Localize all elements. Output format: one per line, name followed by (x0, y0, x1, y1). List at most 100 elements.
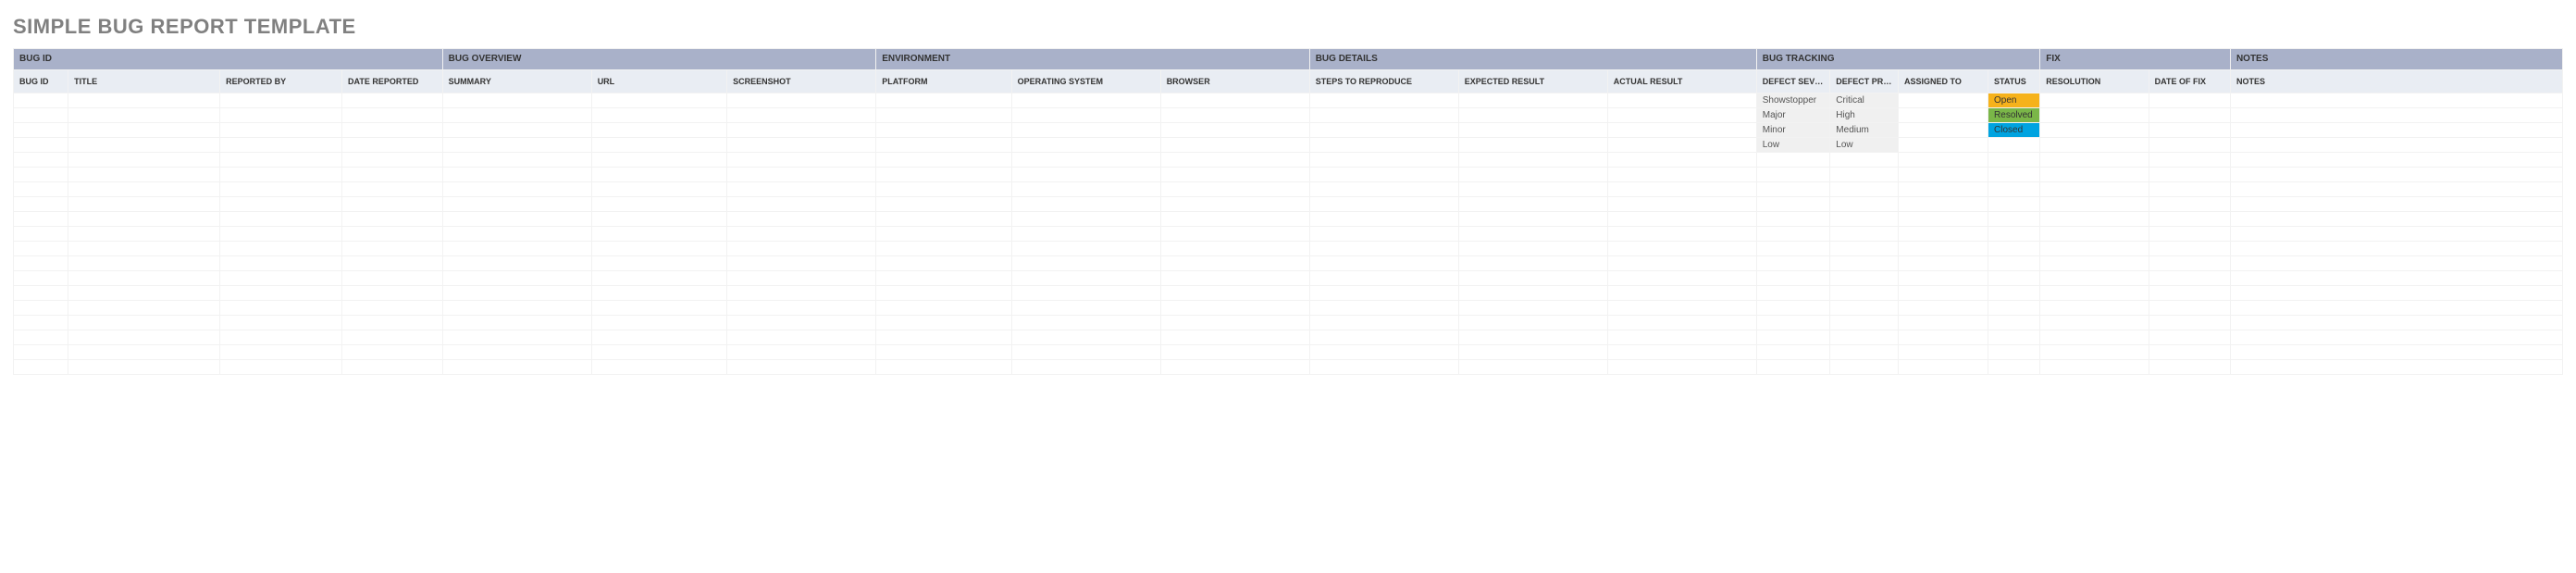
table-cell[interactable] (876, 360, 1010, 374)
table-cell[interactable] (1988, 286, 2039, 300)
table-cell[interactable] (727, 138, 875, 152)
table-cell[interactable] (1988, 227, 2039, 241)
table-cell[interactable] (68, 330, 219, 344)
table-cell[interactable] (342, 286, 442, 300)
table-cell[interactable] (2231, 242, 2562, 255)
table-cell[interactable] (592, 197, 726, 211)
table-cell[interactable] (1988, 345, 2039, 359)
table-cell[interactable]: Medium (1830, 123, 1898, 137)
table-cell[interactable] (1988, 242, 2039, 255)
table-cell[interactable] (1459, 227, 1607, 241)
table-cell[interactable] (727, 330, 875, 344)
table-cell[interactable] (592, 212, 726, 226)
table-cell[interactable] (2040, 271, 2148, 285)
table-cell[interactable] (2040, 286, 2148, 300)
table-cell[interactable] (1459, 360, 1607, 374)
table-cell[interactable] (1459, 182, 1607, 196)
table-cell[interactable] (727, 316, 875, 330)
table-cell[interactable] (876, 286, 1010, 300)
table-cell[interactable] (1899, 153, 1988, 167)
table-cell[interactable] (1608, 286, 1756, 300)
table-cell[interactable] (1988, 138, 2039, 152)
table-cell[interactable] (1012, 360, 1160, 374)
table-cell[interactable] (727, 168, 875, 181)
table-cell[interactable] (342, 256, 442, 270)
table-cell[interactable] (1899, 330, 1988, 344)
table-cell[interactable] (1830, 197, 1898, 211)
table-cell[interactable] (1161, 108, 1309, 122)
table-cell[interactable] (1161, 227, 1309, 241)
table-cell[interactable] (876, 330, 1010, 344)
table-cell[interactable] (68, 271, 219, 285)
table-cell[interactable] (68, 138, 219, 152)
table-cell[interactable] (14, 93, 68, 107)
table-cell[interactable] (1310, 153, 1458, 167)
table-cell[interactable] (1310, 345, 1458, 359)
table-cell[interactable] (68, 93, 219, 107)
table-cell[interactable] (876, 93, 1010, 107)
table-cell[interactable] (68, 301, 219, 315)
table-cell[interactable] (1310, 138, 1458, 152)
table-cell[interactable] (1830, 153, 1898, 167)
table-cell[interactable] (14, 286, 68, 300)
table-cell[interactable] (1459, 93, 1607, 107)
table-cell[interactable] (1012, 212, 1160, 226)
table-cell[interactable] (592, 93, 726, 107)
table-cell[interactable] (1012, 108, 1160, 122)
table-cell[interactable] (592, 242, 726, 255)
table-cell[interactable] (14, 301, 68, 315)
table-cell[interactable] (14, 242, 68, 255)
table-cell[interactable]: Critical (1830, 93, 1898, 107)
table-cell[interactable] (1988, 182, 2039, 196)
table-cell[interactable] (1608, 301, 1756, 315)
table-cell[interactable] (342, 123, 442, 137)
table-cell[interactable] (68, 286, 219, 300)
table-cell[interactable] (443, 227, 591, 241)
table-cell[interactable] (68, 182, 219, 196)
table-cell[interactable] (1161, 316, 1309, 330)
table-cell[interactable] (342, 153, 442, 167)
table-cell[interactable] (727, 256, 875, 270)
table-cell[interactable] (1757, 301, 1830, 315)
table-cell[interactable] (1608, 242, 1756, 255)
table-cell[interactable] (1899, 316, 1988, 330)
table-cell[interactable] (1757, 153, 1830, 167)
table-cell[interactable] (592, 256, 726, 270)
table-cell[interactable]: Closed (1988, 123, 2039, 137)
table-cell[interactable] (727, 123, 875, 137)
table-cell[interactable] (1608, 182, 1756, 196)
table-cell[interactable] (342, 197, 442, 211)
table-cell[interactable] (342, 138, 442, 152)
table-cell[interactable] (592, 123, 726, 137)
table-cell[interactable] (1310, 256, 1458, 270)
table-cell[interactable] (876, 227, 1010, 241)
table-cell[interactable] (68, 153, 219, 167)
table-cell[interactable] (1830, 256, 1898, 270)
table-cell[interactable] (592, 330, 726, 344)
table-cell[interactable] (1608, 316, 1756, 330)
table-cell[interactable] (1161, 256, 1309, 270)
table-cell[interactable] (14, 197, 68, 211)
table-cell[interactable] (443, 301, 591, 315)
table-cell[interactable] (876, 256, 1010, 270)
table-cell[interactable] (1310, 301, 1458, 315)
table-cell[interactable] (220, 271, 341, 285)
table-cell[interactable] (727, 345, 875, 359)
table-cell[interactable] (1608, 227, 1756, 241)
table-cell[interactable] (14, 316, 68, 330)
table-cell[interactable] (727, 360, 875, 374)
table-cell[interactable] (1310, 123, 1458, 137)
table-cell[interactable] (14, 108, 68, 122)
table-cell[interactable] (1310, 242, 1458, 255)
table-cell[interactable] (592, 301, 726, 315)
table-cell[interactable] (1161, 153, 1309, 167)
table-cell[interactable] (876, 153, 1010, 167)
table-cell[interactable] (2040, 316, 2148, 330)
table-cell[interactable] (1608, 271, 1756, 285)
table-cell[interactable] (876, 168, 1010, 181)
table-cell[interactable] (220, 286, 341, 300)
table-cell[interactable] (2231, 168, 2562, 181)
table-cell[interactable] (1310, 271, 1458, 285)
table-cell[interactable] (1459, 345, 1607, 359)
table-cell[interactable] (876, 316, 1010, 330)
